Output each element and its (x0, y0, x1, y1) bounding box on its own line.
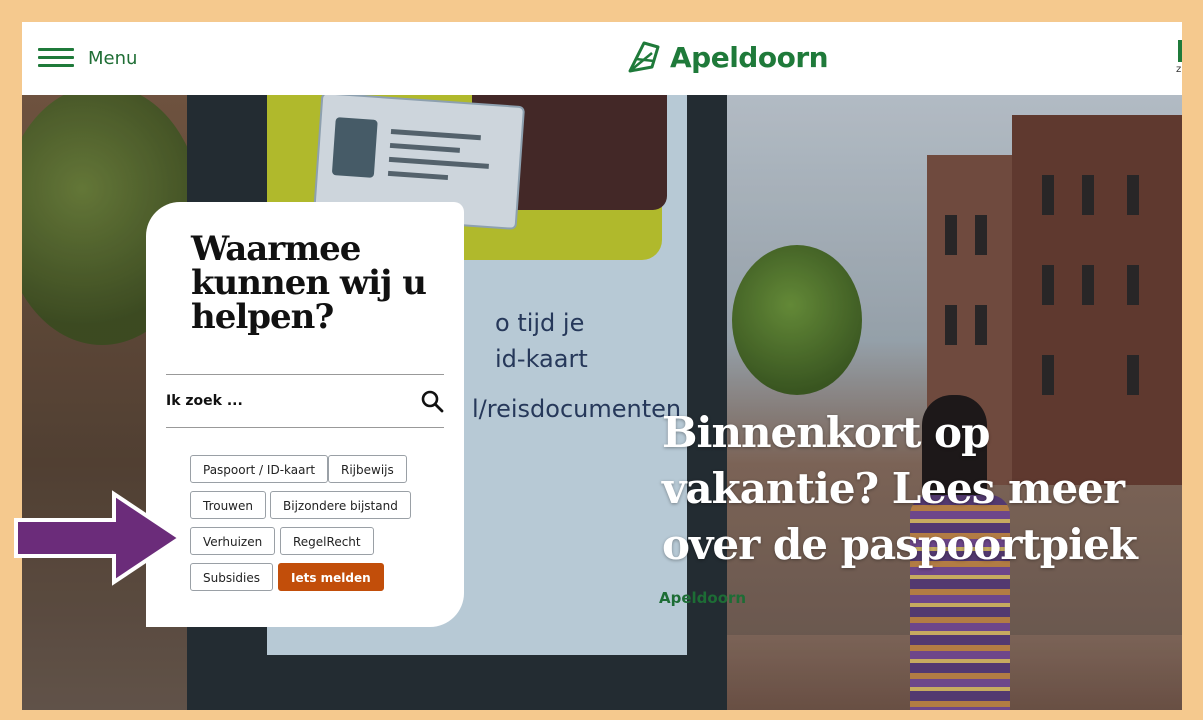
search-bar (166, 374, 444, 428)
quick-link-bijzondere-bijstand[interactable]: Bijzondere bijstand (270, 491, 411, 519)
header-right-control[interactable]: z (1176, 40, 1182, 80)
quick-link-iets-melden[interactable]: Iets melden (278, 563, 384, 591)
logo-text: Apeldoorn (670, 40, 829, 74)
leaf-logo-icon (628, 41, 660, 73)
right-edge-label: z (1176, 64, 1182, 75)
browser-frame: Menu Apeldoorn z o tijd je id-kaart l/re… (22, 22, 1182, 710)
hero-headline-link[interactable]: Binnenkort op vakantie? Lees meer over d… (662, 405, 1182, 573)
arrow-right-icon (14, 490, 184, 586)
menu-button[interactable]: Menu (38, 44, 137, 72)
right-edge-icon (1178, 40, 1182, 62)
help-card-title: Waarmee kunnen wij u helpen? (191, 229, 427, 337)
quick-link-regelrecht[interactable]: RegelRecht (280, 527, 374, 555)
menu-label: Menu (88, 47, 138, 69)
site-header: Menu Apeldoorn z (22, 22, 1182, 95)
quick-link-verhuizen[interactable]: Verhuizen (190, 527, 276, 555)
search-input[interactable] (166, 393, 396, 409)
help-card: Waarmee kunnen wij u helpen? Paspoort / … (146, 202, 464, 627)
quick-link-trouwen[interactable]: Trouwen (190, 491, 266, 519)
search-icon[interactable] (420, 389, 444, 413)
hamburger-icon (38, 48, 74, 68)
site-logo[interactable]: Apeldoorn (626, 36, 829, 78)
quick-link-subsidies[interactable]: Subsidies (190, 563, 274, 591)
quick-link-rijbewijs[interactable]: Rijbewijs (328, 455, 407, 483)
quick-link-paspoort[interactable]: Paspoort / ID-kaart (190, 455, 329, 483)
